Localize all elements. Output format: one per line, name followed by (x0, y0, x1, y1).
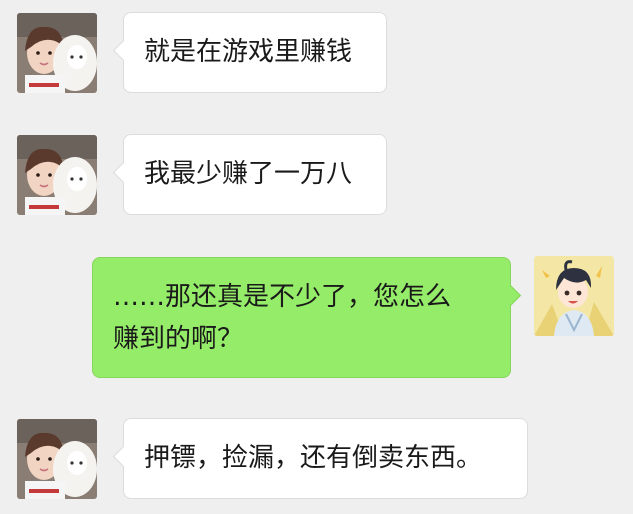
message-bubble-incoming[interactable]: 押镖，捡漏，还有倒卖东西。 (112, 418, 528, 499)
contact-avatar[interactable] (17, 135, 97, 215)
contact-avatar[interactable] (17, 13, 97, 93)
message-text: 我最少赚了一万八 (144, 159, 353, 189)
message-text-line-2: 赚到的啊？ (113, 324, 244, 354)
message-bubble-outgoing[interactable]: ……那还真是不少了，您怎么 赚到的啊？ (92, 257, 522, 378)
message-bubble-incoming[interactable]: 就是在游戏里赚钱 (112, 12, 387, 93)
contact-avatar[interactable] (17, 419, 97, 499)
message-text: 就是在游戏里赚钱 (144, 37, 353, 67)
message-text: 押镖，捡漏，还有倒卖东西。 (144, 443, 483, 473)
self-avatar[interactable] (534, 256, 614, 336)
message-bubble-incoming[interactable]: 我最少赚了一万八 (112, 134, 387, 215)
message-text-line-1: ……那还真是不少了，您怎么 (113, 282, 452, 312)
